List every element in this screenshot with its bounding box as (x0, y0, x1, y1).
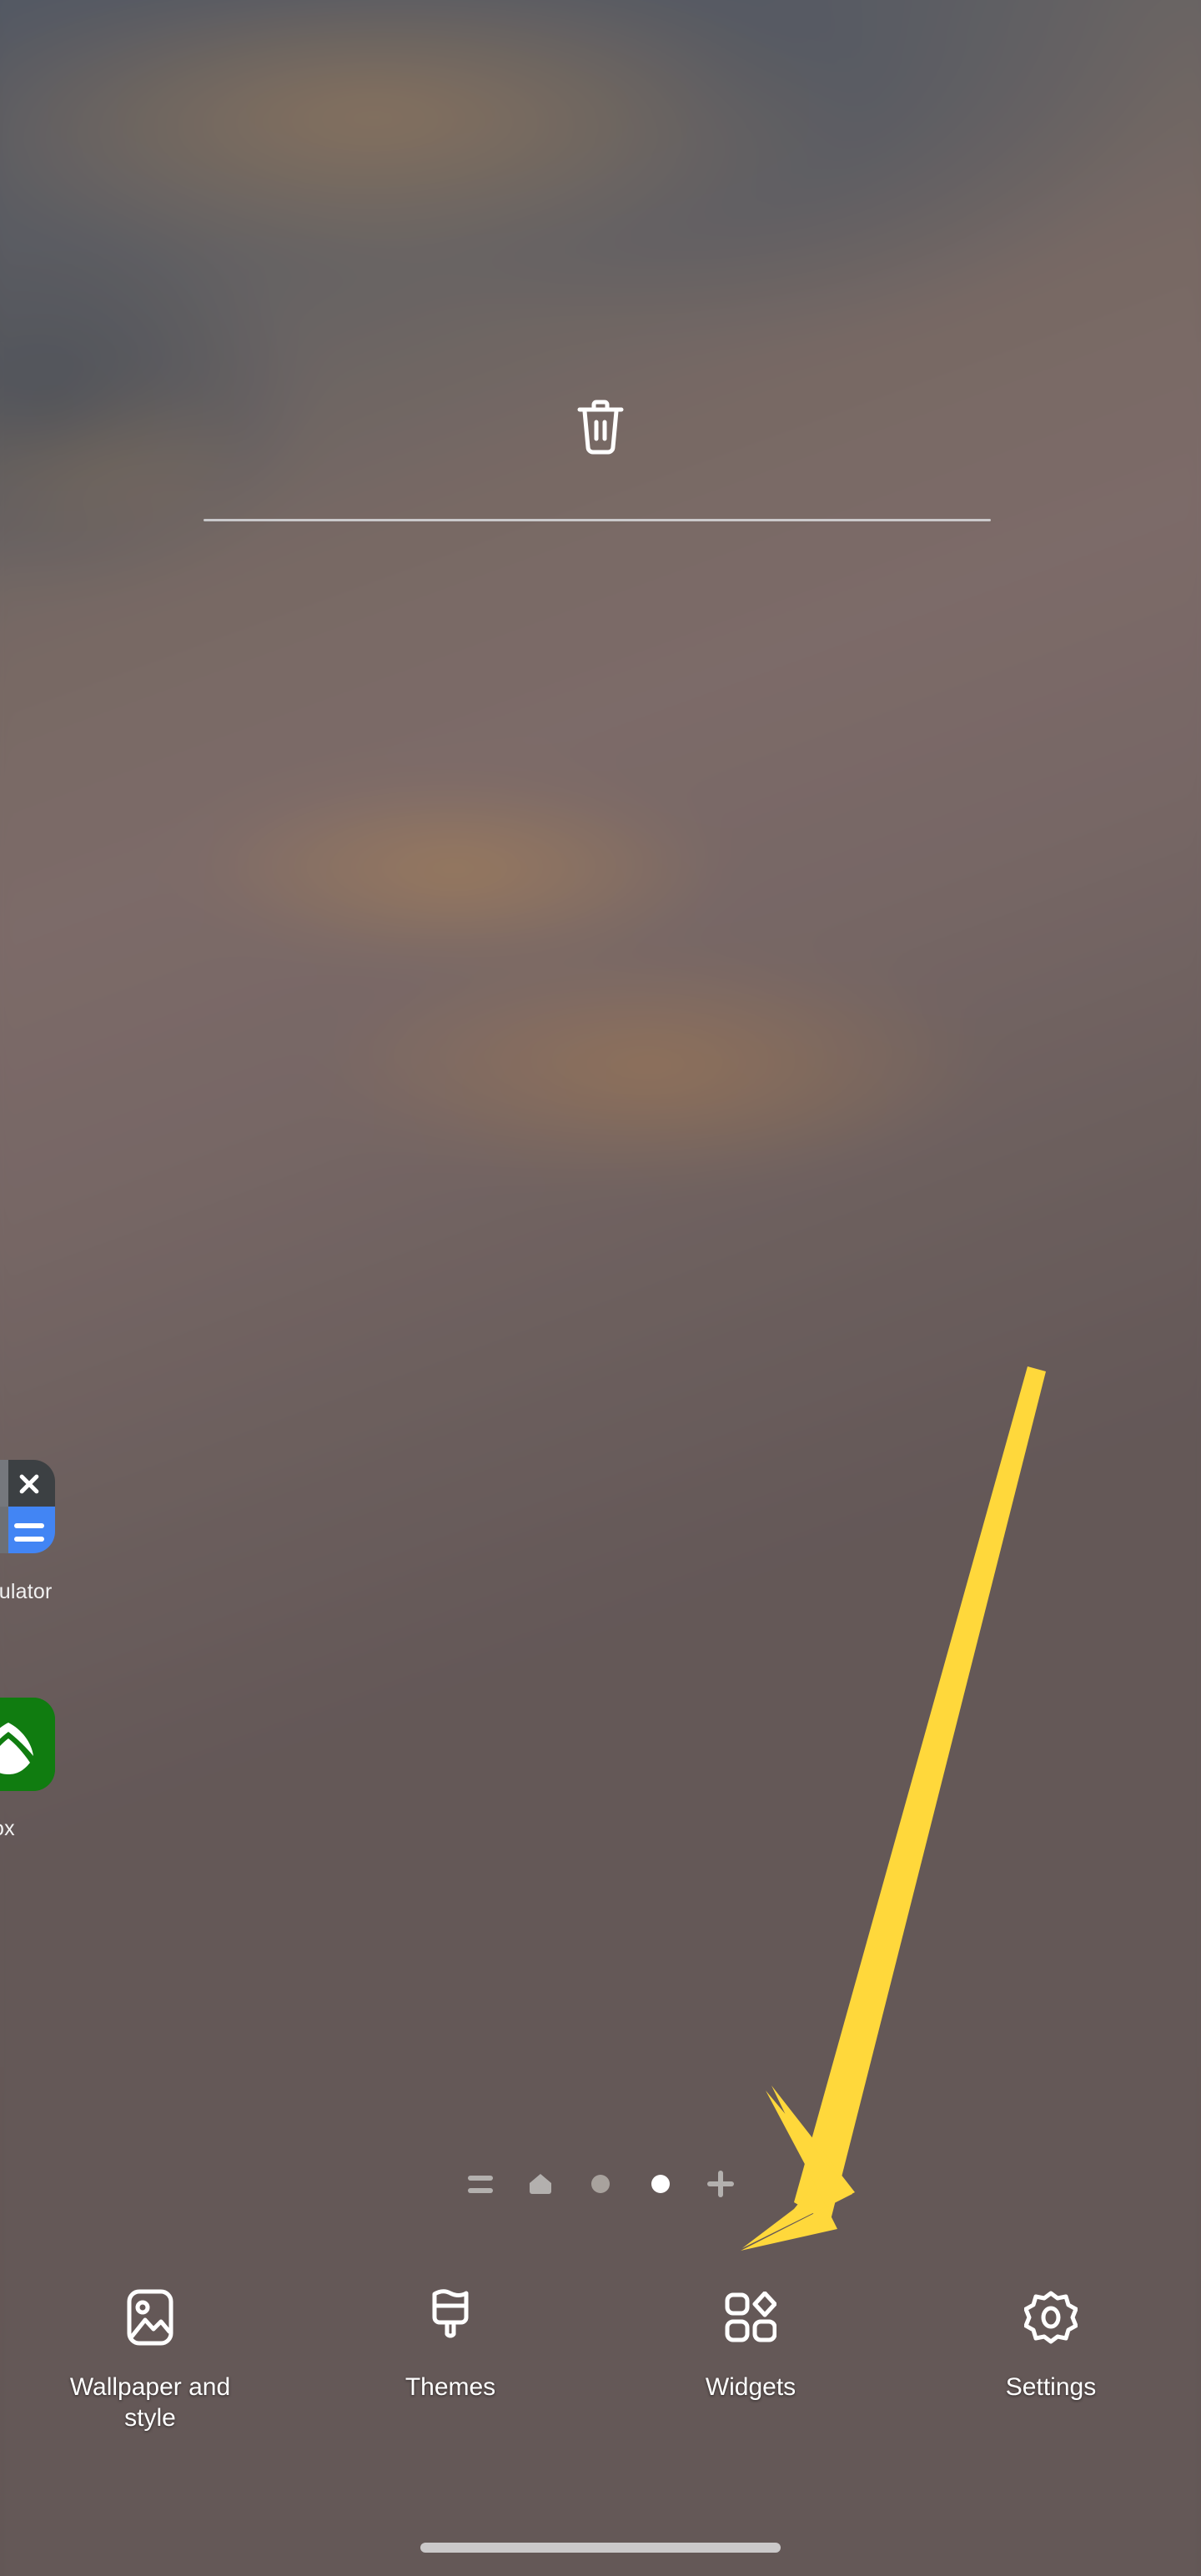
toolbar-label-themes: Themes (405, 2373, 496, 2401)
page-indicator-dot-1[interactable] (570, 2162, 631, 2206)
page-indicator-list-icon[interactable] (450, 2162, 510, 2206)
app-icon-calculator[interactable] (0, 1460, 55, 1553)
page-preview-scrim (0, 0, 1201, 2576)
home-gesture-bar[interactable] (420, 2543, 781, 2553)
paint-brush-icon (425, 2286, 476, 2349)
app-label-calculator: Calculator (0, 1580, 53, 1603)
toolbar-label-wallpaper-and-style: Wallpaper and style (69, 2373, 231, 2432)
page-indicator-dot-2-active[interactable] (631, 2162, 691, 2206)
page-indicator-add-page-icon[interactable] (691, 2162, 751, 2206)
page-preview-divider (204, 519, 991, 521)
toolbar-label-widgets: Widgets (705, 2373, 796, 2401)
edit-mode-toolbar: Wallpaper and style Themes Widgets Setti… (0, 2286, 1201, 2433)
gear-icon (1024, 2286, 1078, 2349)
toolbar-item-widgets[interactable]: Widgets (600, 2286, 901, 2403)
app-icon-xbox[interactable] (0, 1698, 55, 1791)
page-indicator-home-icon[interactable] (510, 2162, 570, 2206)
page-indicator-row (0, 2162, 1201, 2206)
toolbar-item-wallpaper-and-style[interactable]: Wallpaper and style (0, 2286, 300, 2433)
app-label-xbox: Xbox (0, 1817, 15, 1840)
toolbar-item-themes[interactable]: Themes (300, 2286, 600, 2403)
toolbar-item-settings[interactable]: Settings (901, 2286, 1201, 2403)
image-picture-icon (126, 2286, 174, 2349)
home-screen-edit-mode: Calculator Xbox (0, 0, 1201, 2576)
toolbar-label-settings: Settings (1005, 2373, 1097, 2401)
trash-icon[interactable] (575, 399, 626, 461)
page-preview-card-current[interactable] (0, 0, 1201, 2576)
widgets-grid-icon (725, 2286, 776, 2349)
